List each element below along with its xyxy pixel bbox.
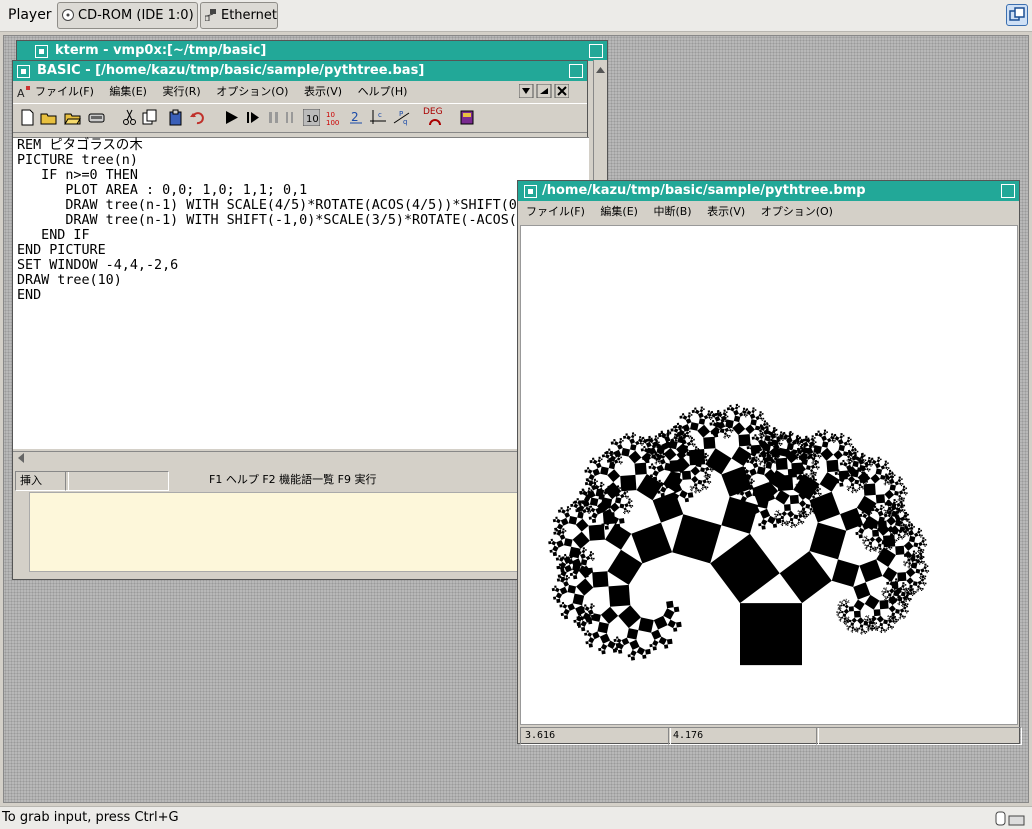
coord-x-readout: 3.616: [520, 727, 671, 745]
code-line[interactable]: SET WINDOW -4,4,-2,6: [17, 258, 589, 273]
cdrom-label: CD-ROM (IDE 1:0): [78, 8, 194, 23]
player-menu[interactable]: Player: [8, 7, 52, 23]
menu-help[interactable]: ヘルプ(H): [358, 81, 408, 103]
menu-run[interactable]: 実行(R): [162, 81, 200, 103]
bmp-menubar: ファイル(F) 編集(E) 中断(B) 表示(V) オプション(O): [518, 201, 1019, 223]
status-empty-cell: [816, 727, 1022, 745]
bmp-menu-edit[interactable]: 編集(E): [600, 201, 638, 223]
code-line[interactable]: DRAW tree(10): [17, 273, 589, 288]
break-icon[interactable]: [281, 109, 298, 126]
code-line[interactable]: PICTURE tree(n): [17, 153, 589, 168]
svg-text:A: A: [17, 87, 25, 99]
code-line[interactable]: END PICTURE: [17, 243, 589, 258]
player-toolbar: Player CD-ROM (IDE 1:0) Ethernet: [0, 0, 1032, 32]
code-line[interactable]: END IF: [17, 228, 589, 243]
fullscreen-icon[interactable]: [1006, 4, 1028, 26]
bmp-menu-break[interactable]: 中断(B): [653, 201, 691, 223]
code-line[interactable]: IF n>=0 THEN: [17, 168, 589, 183]
insert-mode-label: 挿入: [15, 471, 69, 491]
paste-icon[interactable]: [168, 109, 185, 126]
kterm-title: kterm - vmp0x:[~/tmp/basic]: [55, 43, 267, 58]
bmp-menu-option[interactable]: オプション(O): [761, 201, 833, 223]
basic-toolbar: 10 10 100 2 c Pq DEG: [13, 103, 587, 133]
basic-menubar: A ファイル(F) 編集(E) 実行(R) オプション(O) 表示(V) ヘルプ…: [13, 81, 587, 103]
bmp-menu-view[interactable]: 表示(V): [707, 201, 745, 223]
tree-squares: [548, 403, 930, 666]
svg-text:2: 2: [351, 110, 359, 124]
copy-icon[interactable]: [141, 109, 158, 126]
maximize-icon[interactable]: [589, 44, 603, 58]
basic-title: BASIC - [/home/kazu/tmp/basic/sample/pyt…: [37, 63, 425, 78]
bmp-title: /home/kazu/tmp/basic/sample/pythtree.bmp: [542, 183, 866, 198]
ethernet-label: Ethernet: [221, 8, 277, 23]
maximize-icon[interactable]: [569, 64, 583, 78]
maximize-icon[interactable]: [1001, 184, 1015, 198]
code-editor[interactable]: REM ピタゴラスの木 PICTURE tree(n) IF n>=0 THEN …: [13, 137, 646, 449]
svg-text:100: 100: [326, 119, 339, 126]
bmp-titlebar[interactable]: /home/kazu/tmp/basic/sample/pythtree.bmp: [518, 181, 1019, 201]
svg-text:q: q: [403, 118, 407, 126]
bmp-menu-file[interactable]: ファイル(F): [526, 201, 585, 223]
decimal-icon[interactable]: 10: [303, 109, 320, 126]
basic-statusbar: 挿入 F1 ヘルプ F2 機能語一覧 F9 実行: [13, 469, 589, 491]
code-line[interactable]: DRAW tree(n-1) WITH SHIFT(-1,0)*SCALE(3/…: [17, 213, 645, 228]
bmp-viewer-window[interactable]: /home/kazu/tmp/basic/sample/pythtree.bmp…: [517, 180, 1022, 745]
code-line[interactable]: PLOT AREA : 0,0; 1,0; 1,1; 0,1: [17, 183, 589, 198]
status-empty-cell: [65, 471, 169, 491]
bmp-statusbar: 3.616 4.176: [520, 727, 1022, 745]
window-menu-icon[interactable]: [35, 45, 48, 58]
open-icon[interactable]: [40, 109, 57, 126]
graphics-canvas[interactable]: [520, 225, 1018, 725]
help-book-icon[interactable]: [459, 109, 476, 126]
cdrom-icon: [62, 9, 74, 21]
graph-icon[interactable]: c: [370, 109, 387, 126]
undo-icon[interactable]: [189, 109, 206, 126]
cdrom-device-button[interactable]: CD-ROM (IDE 1:0): [57, 2, 198, 29]
editor-hscrollbar[interactable]: [13, 451, 589, 465]
kterm-titlebar[interactable]: kterm - vmp0x:[~/tmp/basic]: [17, 41, 607, 61]
window-menu-icon[interactable]: [524, 185, 537, 198]
code-line[interactable]: END: [17, 288, 589, 303]
menu-option[interactable]: オプション(O): [216, 81, 288, 103]
menu-view[interactable]: 表示(V): [304, 81, 342, 103]
deg-icon[interactable]: [429, 116, 441, 126]
pause-icon[interactable]: [265, 109, 282, 126]
save-icon[interactable]: [88, 109, 105, 126]
complex-icon[interactable]: 2: [348, 109, 365, 126]
basic-titlebar[interactable]: BASIC - [/home/kazu/tmp/basic/sample/pyt…: [13, 61, 587, 81]
mdi-controls: [518, 83, 570, 99]
pq-icon[interactable]: Pq: [393, 109, 410, 126]
basic-app-icon: A: [17, 86, 30, 99]
window-menu-icon[interactable]: [17, 65, 30, 78]
basic-window[interactable]: BASIC - [/home/kazu/tmp/basic/sample/pyt…: [12, 60, 646, 580]
run-icon[interactable]: [223, 109, 240, 126]
cut-icon[interactable]: [121, 109, 138, 126]
code-line[interactable]: DRAW tree(n-1) WITH SCALE(4/5)*ROTATE(AC…: [17, 198, 589, 213]
grab-hint: To grab input, press Ctrl+G: [2, 810, 179, 825]
open-folder-icon[interactable]: [64, 109, 81, 126]
network-icon: [205, 9, 216, 21]
ethernet-device-button[interactable]: Ethernet: [200, 2, 278, 29]
pythagoras-tree-drawing: [548, 403, 930, 666]
rational-icon[interactable]: 10100: [325, 109, 342, 126]
player-statusbar: To grab input, press Ctrl+G: [0, 806, 1032, 829]
code-text[interactable]: REM ピタゴラスの木 PICTURE tree(n) IF n>=0 THEN …: [13, 138, 646, 303]
menu-edit[interactable]: 編集(E): [109, 81, 147, 103]
new-icon[interactable]: [19, 109, 36, 126]
svg-text:c: c: [378, 111, 382, 119]
step-icon[interactable]: [244, 109, 261, 126]
keyboard-mouse-icon: [995, 811, 1025, 826]
coord-y-readout: 4.176: [668, 727, 819, 745]
svg-text:10: 10: [306, 114, 319, 125]
code-line[interactable]: REM ピタゴラスの木: [17, 138, 589, 153]
output-console[interactable]: [29, 492, 589, 572]
menu-file[interactable]: ファイル(F): [35, 81, 94, 103]
svg-text:10: 10: [326, 111, 335, 119]
